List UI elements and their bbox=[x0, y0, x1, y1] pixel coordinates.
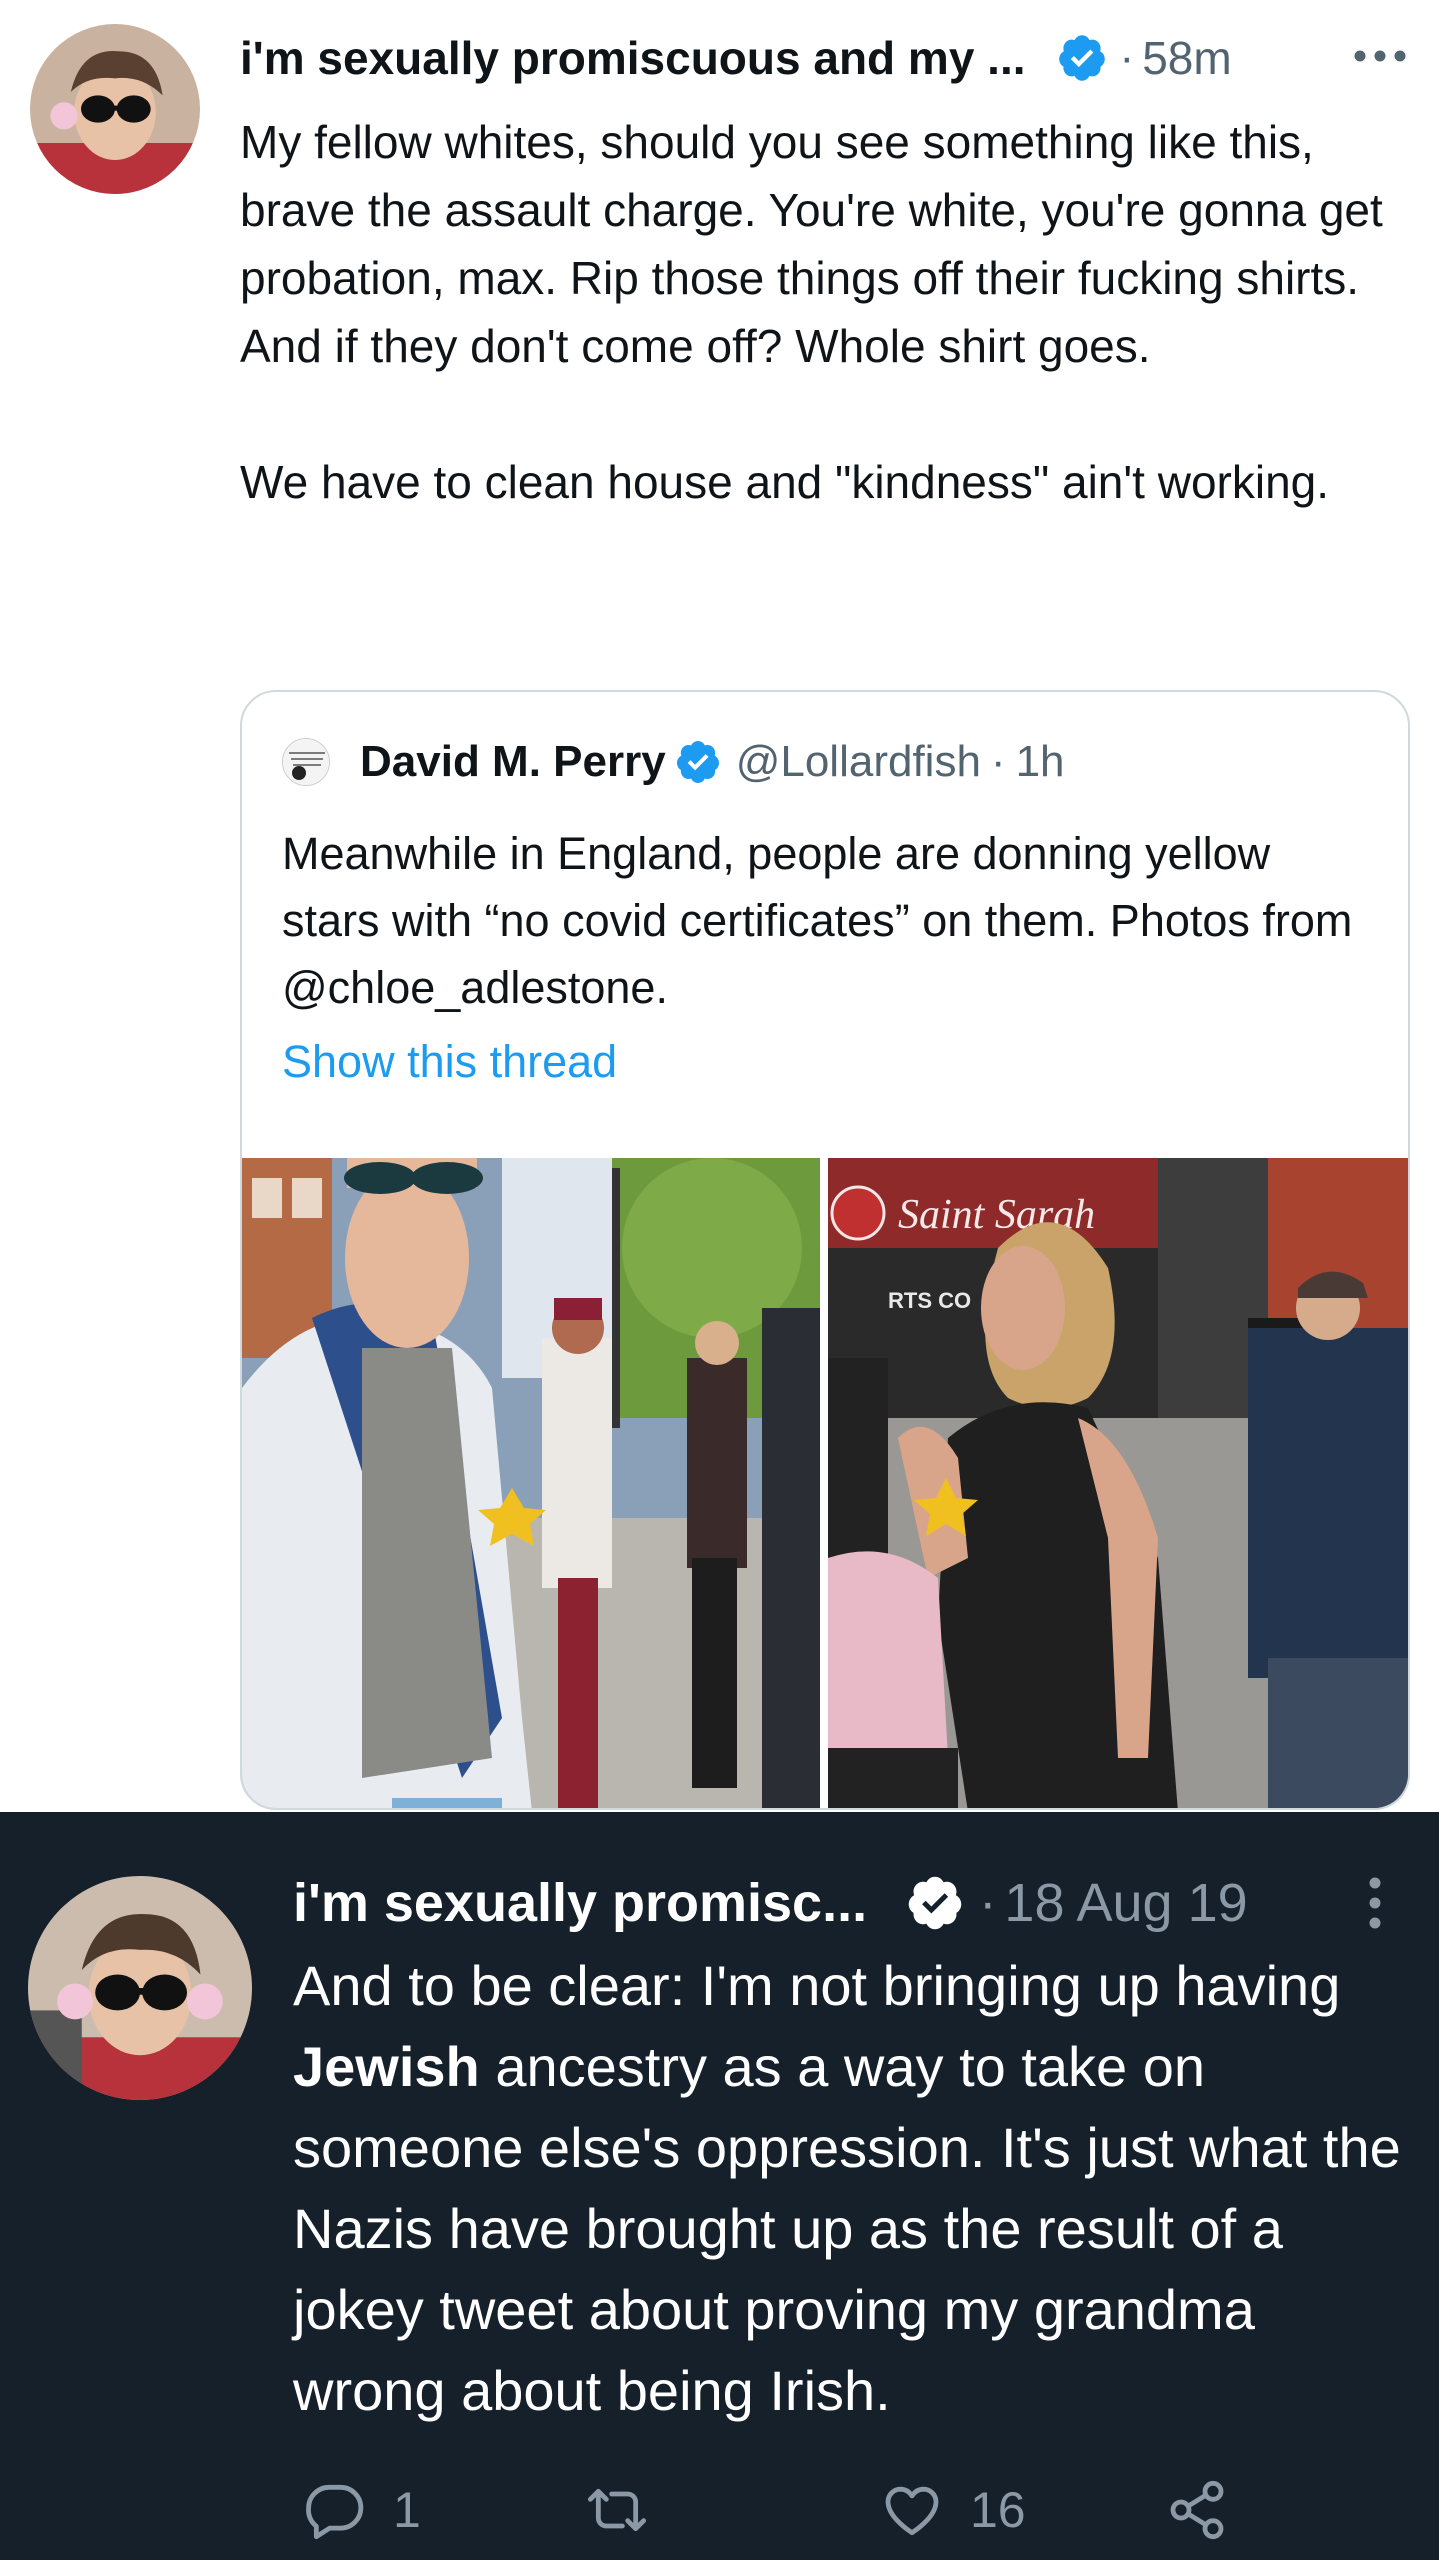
quoted-avatar[interactable] bbox=[282, 738, 330, 786]
timestamp[interactable]: 18 Aug 19 bbox=[1004, 1872, 1247, 1934]
quoted-tweet-header: David M. Perry @Lollardfish · 1h bbox=[282, 732, 1065, 792]
share-icon bbox=[1170, 2480, 1224, 2540]
avatar[interactable] bbox=[30, 24, 200, 194]
verified-badge-icon bbox=[908, 1876, 962, 1930]
separator: · bbox=[990, 737, 1006, 786]
verified-badge-icon bbox=[1058, 35, 1105, 81]
like-icon bbox=[885, 2486, 939, 2536]
verified-badge-icon bbox=[676, 741, 719, 783]
tweet-photo[interactable] bbox=[242, 1158, 820, 1808]
separator: · bbox=[1119, 33, 1135, 82]
show-thread-link[interactable]: Show this thread bbox=[282, 1036, 617, 1088]
quoted-tweet[interactable]: David M. Perry @Lollardfish · 1h Meanwhi… bbox=[240, 690, 1410, 1810]
more-icon bbox=[1354, 50, 1406, 62]
retweet-icon bbox=[587, 2488, 647, 2532]
more-button[interactable] bbox=[1350, 1868, 1400, 1938]
like-count: 16 bbox=[970, 2482, 1026, 2538]
more-icon bbox=[1369, 1877, 1381, 1929]
tweet-text: My fellow whites, should you see somethi… bbox=[240, 108, 1420, 516]
tweet-text-part: And to be clear: I'm not bringing up hav… bbox=[293, 1954, 1341, 2017]
quoted-tweet-text: Meanwhile in England, people are donning… bbox=[282, 828, 1353, 1013]
like-button[interactable]: 16 bbox=[880, 2478, 1026, 2542]
tweet-paragraph: My fellow whites, should you see somethi… bbox=[240, 116, 1383, 372]
quoted-display-name[interactable]: David M. Perry bbox=[360, 737, 666, 787]
tweet-text: And to be clear: I'm not bringing up hav… bbox=[293, 1945, 1413, 2431]
avatar[interactable] bbox=[28, 1876, 252, 2100]
timestamp[interactable]: 58m bbox=[1142, 31, 1231, 85]
reply-count: 1 bbox=[393, 2482, 421, 2538]
reply-icon bbox=[306, 2484, 364, 2540]
tweet-photo[interactable]: Saint Sarah RTS CO bbox=[828, 1158, 1408, 1808]
display-name[interactable]: i'm sexually promiscuous and my ... bbox=[240, 31, 1026, 85]
tweet-paragraph: We have to clean house and "kindness" ai… bbox=[240, 456, 1330, 508]
shop-window-text: RTS CO bbox=[888, 1288, 971, 1313]
quoted-timestamp[interactable]: 1h bbox=[1016, 737, 1065, 787]
display-name[interactable]: i'm sexually promisc... bbox=[293, 1872, 867, 1934]
more-button[interactable] bbox=[1350, 26, 1410, 86]
separator: · bbox=[979, 1874, 997, 1932]
share-button[interactable] bbox=[1165, 2478, 1229, 2542]
tweet-header: i'm sexually promiscuous and my ... · 58… bbox=[240, 28, 1420, 88]
reply-button[interactable]: 1 bbox=[303, 2478, 421, 2542]
tweet-actions: 1 16 bbox=[0, 2470, 1439, 2550]
retweet-button[interactable] bbox=[585, 2478, 649, 2542]
tweet-text-bold: Jewish bbox=[293, 2035, 480, 2098]
tweet-header: i'm sexually promisc... · 18 Aug 19 bbox=[293, 1868, 1413, 1938]
quoted-handle[interactable]: @Lollardfish bbox=[736, 737, 981, 787]
